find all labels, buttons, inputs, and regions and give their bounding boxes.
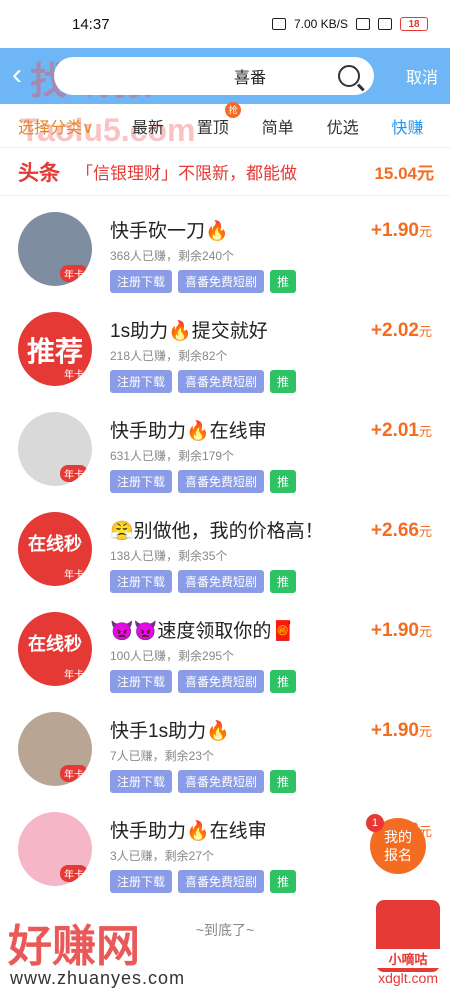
tag-recommend: 推 — [270, 470, 297, 493]
watermark-bottom-url: www.zhuanyes.com — [10, 968, 186, 988]
tag-drama: 喜番免费短剧 — [178, 670, 265, 693]
tab-latest[interactable]: 最新 — [115, 114, 180, 138]
task-meta: 7人已赚，剩余23个 — [110, 749, 215, 763]
tag-recommend: 推 — [270, 770, 297, 793]
task-avatar: 在线秒 年卡 — [18, 612, 92, 686]
task-avatar: 在线秒 年卡 — [18, 512, 92, 586]
tab-preferred[interactable]: 优选 — [310, 114, 375, 138]
tag-register: 注册下载 — [110, 270, 173, 293]
net-speed: 7.00 KB/S — [293, 17, 348, 31]
crown-icon: 年卡 — [60, 465, 88, 482]
category-tabs: Taolu5.com 选择分类∨ 最新 置顶 抢 简单 优选 快赚 — [0, 101, 450, 148]
tag-drama: 喜番免费短剧 — [178, 870, 265, 893]
signup-count-badge: 1 — [366, 814, 384, 832]
tag-register: 注册下载 — [110, 670, 173, 693]
task-reward: +2.02元 — [370, 320, 432, 341]
crown-icon: 年卡 — [60, 865, 88, 882]
task-reward: +2.66元 — [370, 520, 432, 541]
search-input[interactable]: 喜番 — [54, 57, 374, 95]
watermark-bottom: 好赚网 — [8, 922, 140, 971]
tag-register: 注册下载 — [110, 570, 173, 593]
watermark-bottom-right: xdglt.com — [378, 970, 438, 986]
task-reward: +1.90元 — [370, 220, 432, 241]
status-bar: 14:37 7.00 KB/S 18 — [0, 0, 450, 48]
task-meta: 138人已赚，剩余35个 — [110, 549, 228, 563]
task-avatar: 年卡 — [18, 812, 92, 886]
task-tags: 注册下载 喜番免费短剧 推 — [110, 670, 434, 693]
task-avatar: 年卡 — [18, 712, 92, 786]
tag-drama: 喜番免费短剧 — [178, 270, 265, 293]
task-item[interactable]: 在线秒 年卡 👿👿速度领取你的🧧 100人已赚，剩余295个 注册下载 喜番免费… — [0, 602, 450, 702]
task-avatar: 推荐 年卡 — [18, 312, 92, 386]
task-avatar: 年卡 — [18, 212, 92, 286]
avatar-label: 推荐 — [26, 336, 83, 367]
headline-text: 「信银理财」不限新，都能做 — [76, 164, 297, 183]
tag-drama: 喜番免费短剧 — [178, 570, 265, 593]
search-value: 喜番 — [234, 70, 267, 87]
avatar-label: 在线秒 — [28, 634, 82, 654]
tag-recommend: 推 — [270, 570, 297, 593]
task-tags: 注册下载 喜番免费短剧 推 — [110, 770, 434, 793]
battery-icon: 18 — [400, 17, 428, 31]
tab-pinned[interactable]: 置顶 抢 — [180, 101, 245, 138]
redpacket-label: 小嘀咕 — [376, 949, 440, 968]
my-signup-button[interactable]: 1 我的 报名 — [366, 814, 426, 874]
headline-banner[interactable]: 头条 「信银理财」不限新，都能做 15.04元 — [0, 148, 450, 196]
task-list: 年卡 快手砍一刀🔥 368人已赚，剩余240个 注册下载 喜番免费短剧 推 +1… — [0, 196, 450, 902]
redpacket-widget[interactable]: 小嘀咕 — [376, 900, 440, 972]
tag-recommend: 推 — [270, 270, 297, 293]
crown-icon: 年卡 — [60, 365, 88, 382]
crown-icon: 年卡 — [60, 765, 88, 782]
wifi-icon — [356, 18, 370, 30]
task-reward: +2.01元 — [370, 420, 432, 441]
task-item[interactable]: 在线秒 年卡 😤别做他，我的价格高！ 138人已赚，剩余35个 注册下载 喜番免… — [0, 502, 450, 602]
task-avatar: 年卡 — [18, 412, 92, 486]
tag-register: 注册下载 — [110, 370, 173, 393]
task-tags: 注册下载 喜番免费短剧 推 — [110, 570, 434, 593]
signal-icon — [378, 18, 392, 30]
status-time: 14:37 — [72, 15, 110, 33]
crown-icon: 年卡 — [60, 665, 88, 682]
task-reward: +1.90元 — [370, 720, 432, 741]
tag-register: 注册下载 — [110, 470, 173, 493]
task-meta: 368人已赚，剩余240个 — [110, 249, 235, 263]
task-reward: +1.90元 — [370, 620, 432, 641]
crown-icon: 年卡 — [60, 265, 88, 282]
tag-register: 注册下载 — [110, 870, 173, 893]
tab-select-category[interactable]: 选择分类∨ — [18, 114, 115, 138]
avatar-label: 在线秒 — [28, 534, 82, 554]
task-meta: 100人已赚，剩余295个 — [110, 649, 235, 663]
task-item[interactable]: 年卡 快手助力🔥在线审 631人已赚，剩余179个 注册下载 喜番免费短剧 推 … — [0, 402, 450, 502]
search-header: 找线报 ‹ 喜番 取消 — [0, 48, 450, 104]
headline-amount: 15.04元 — [374, 164, 434, 183]
tab-quick-earn[interactable]: 快赚 — [375, 114, 440, 138]
tag-drama: 喜番免费短剧 — [178, 370, 265, 393]
task-tags: 注册下载 喜番免费短剧 推 — [110, 370, 434, 393]
tag-drama: 喜番免费短剧 — [178, 470, 265, 493]
crown-icon: 年卡 — [60, 565, 88, 582]
task-meta: 631人已赚，剩余179个 — [110, 449, 235, 463]
pinned-badge: 抢 — [225, 101, 242, 118]
tag-recommend: 推 — [270, 670, 297, 693]
task-item[interactable]: 年卡 快手砍一刀🔥 368人已赚，剩余240个 注册下载 喜番免费短剧 推 +1… — [0, 202, 450, 302]
tag-recommend: 推 — [270, 870, 297, 893]
tab-simple[interactable]: 简单 — [245, 114, 310, 138]
task-tags: 注册下载 喜番免费短剧 推 — [110, 470, 434, 493]
task-tags: 注册下载 喜番免费短剧 推 — [110, 870, 434, 893]
tag-register: 注册下载 — [110, 770, 173, 793]
headline-tag: 头条 — [18, 161, 60, 185]
status-icons: 7.00 KB/S 18 — [271, 17, 428, 31]
tag-recommend: 推 — [270, 370, 297, 393]
task-item[interactable]: 推荐 年卡 1s助力🔥提交就好 218人已赚，剩余82个 注册下载 喜番免费短剧… — [0, 302, 450, 402]
task-meta: 218人已赚，剩余82个 — [110, 349, 228, 363]
task-tags: 注册下载 喜番免费短剧 推 — [110, 270, 434, 293]
task-item[interactable]: 年卡 快手1s助力🔥 7人已赚，剩余23个 注册下载 喜番免费短剧 推 +1.9… — [0, 702, 450, 802]
search-icon[interactable] — [338, 65, 360, 87]
tag-drama: 喜番免费短剧 — [178, 770, 265, 793]
cancel-button[interactable]: 取消 — [374, 64, 438, 88]
mute-icon — [271, 18, 286, 30]
